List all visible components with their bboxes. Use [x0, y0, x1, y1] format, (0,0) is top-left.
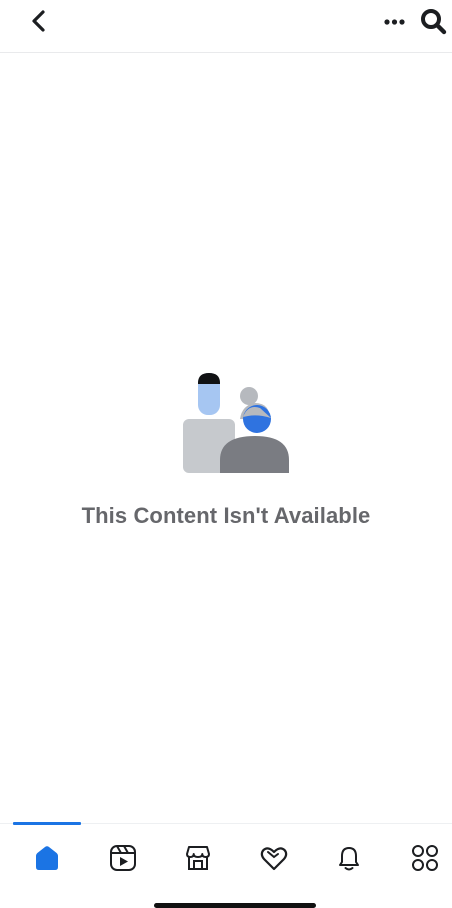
tab-video[interactable] [103, 838, 143, 878]
ellipsis-icon [384, 19, 405, 25]
search-button[interactable] [418, 6, 448, 36]
back-button[interactable] [26, 8, 54, 36]
dating-heart-icon [260, 847, 288, 871]
more-options-button[interactable] [380, 10, 408, 32]
tab-menu[interactable] [405, 838, 445, 878]
chevron-left-icon [32, 10, 45, 32]
home-indicator-bar [154, 903, 316, 908]
search-icon [421, 9, 447, 35]
marketplace-icon [186, 846, 210, 870]
tab-dating[interactable] [254, 838, 294, 878]
unavailable-people-illustration [178, 370, 293, 476]
bell-icon [339, 847, 359, 871]
tab-marketplace[interactable] [178, 838, 218, 878]
top-navigation-bar [0, 0, 452, 53]
home-icon [36, 846, 58, 870]
menu-grid-icon [412, 845, 438, 871]
content-unavailable-message: This Content Isn't Available [81, 503, 371, 528]
active-tab-indicator [13, 822, 81, 825]
tab-home[interactable] [27, 838, 67, 878]
video-icon [110, 845, 136, 871]
bottom-tab-bar [0, 822, 452, 884]
tab-notifications[interactable] [329, 838, 369, 878]
